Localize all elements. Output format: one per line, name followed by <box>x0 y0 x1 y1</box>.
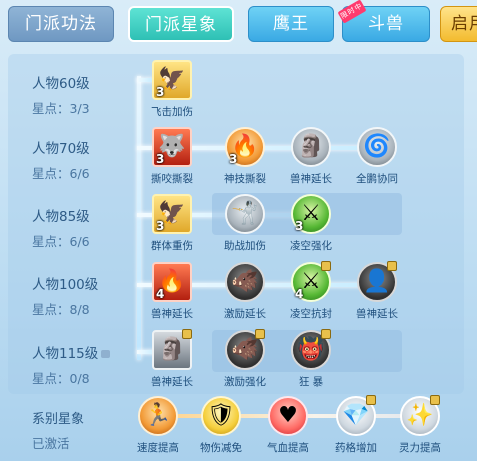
warrior-icon: 🔥 3 <box>225 127 265 167</box>
tab-sect-constellation[interactable]: 门派星象 <box>128 6 234 42</box>
level-text: 人物70级 <box>32 141 90 157</box>
eagle-icon: 🦅 3 <box>152 60 192 100</box>
series-node[interactable]: 💎 药格增加 <box>335 395 377 455</box>
beast-bite-icon: 🐺 3 <box>152 127 192 167</box>
lock-icon <box>321 261 331 271</box>
series-title: 系别星象 <box>32 412 85 427</box>
lock-icon <box>387 261 397 271</box>
tab-sect-skills[interactable]: 门派功法 <box>8 6 114 42</box>
skill-node[interactable]: 🗿 兽神延长 <box>151 329 193 389</box>
level-text: 人物115级 <box>32 342 111 362</box>
tab-beast-fight-label: 斗兽 <box>368 14 404 34</box>
skill-node[interactable]: 👹 狂 暴 <box>291 329 331 389</box>
tab-eagle-king[interactable]: 鹰王 <box>248 6 334 42</box>
skill-node[interactable]: 🔥 4 兽神延长 <box>151 262 193 321</box>
series-label: 系别星象 已激活 <box>32 408 84 452</box>
lock-icon <box>430 395 440 405</box>
figure-icon: 🗿 <box>291 127 331 167</box>
lock-icon <box>366 395 376 405</box>
skill-node[interactable]: 🌀 全鹏协同 <box>356 127 398 186</box>
leap-icon: ⚔ 4 <box>291 261 331 302</box>
leap-icon: ⚔ 3 <box>291 194 331 234</box>
skill-node[interactable]: 🐺 3 撕咬撕裂 <box>151 127 193 186</box>
skill-node[interactable]: 🤺 助战加伤 <box>224 194 266 253</box>
star-points: 星点：6/6 <box>32 234 90 249</box>
lock-icon <box>321 329 331 339</box>
star-points: 星点：3/3 <box>32 101 90 116</box>
spark-icon: ✨ <box>400 395 440 436</box>
beast-icon: 🐗 <box>225 329 265 370</box>
limited-time-badge: 限时中 <box>337 0 367 24</box>
demon-face-icon: 👹 <box>291 329 331 370</box>
tab-beast-fight[interactable]: 限时中 斗兽 <box>337 0 430 42</box>
lock-icon <box>255 329 265 339</box>
skill-node[interactable]: 🗿 兽神延长 <box>290 127 332 186</box>
series-node[interactable]: ✨ 灵力提高 <box>399 395 441 455</box>
skill-node[interactable]: ⚔ 4 凌空抗封 <box>290 261 332 321</box>
lock-icon <box>101 350 111 358</box>
heart-icon: ♥ <box>268 396 308 436</box>
skill-node[interactable]: 👤 兽神延长 <box>356 261 398 321</box>
skill-node[interactable]: 🐗 激励强化 <box>224 329 266 389</box>
whirl-icon: 🌀 <box>357 127 397 167</box>
gem-icon: 💎 <box>336 395 376 436</box>
connector-row1 <box>137 78 153 82</box>
star-points: 星点：6/6 <box>32 166 90 181</box>
lock-icon <box>182 329 192 339</box>
fighter-icon: 🤺 <box>225 194 265 234</box>
row-label-100: 人物100级 星点：8/8 <box>32 273 98 318</box>
series-status: 已激活 <box>32 436 70 451</box>
skill-node[interactable]: ⚔ 3 凌空强化 <box>290 194 332 253</box>
row-label-85: 人物85级 星点：6/6 <box>32 205 90 250</box>
series-node[interactable]: 🛡 物伤减免 <box>200 396 242 455</box>
speed-icon: 🏃 <box>138 396 178 436</box>
row-label-115: 人物115级 星点：0/8 <box>32 342 111 387</box>
series-node[interactable]: ♥ 气血提高 <box>267 396 309 455</box>
skill-node[interactable]: 🔥 3 神技撕裂 <box>224 127 266 186</box>
row-label-70: 人物70级 星点：6/6 <box>32 137 90 182</box>
shadow-figure-icon: 👤 <box>357 261 397 302</box>
level-text: 人物60级 <box>32 76 90 92</box>
star-points: 星点：8/8 <box>32 302 90 317</box>
series-node[interactable]: 🏃 速度提高 <box>137 396 179 455</box>
tab-bar: 门派功法 门派星象 鹰王 限时中 斗兽 启用 <box>0 0 477 46</box>
figure-icon: 🗿 <box>152 329 192 370</box>
flame-figure-icon: 🔥 4 <box>152 262 192 302</box>
skill-node[interactable]: 🦅 3 群体重伤 <box>151 194 193 253</box>
level-text: 人物85级 <box>32 209 90 225</box>
skill-node[interactable]: 🦅 3 飞击加伤 <box>151 60 193 119</box>
beast-icon: 🐗 <box>225 262 265 302</box>
guard-icon: 🛡 <box>201 396 241 436</box>
eagle-icon: 🦅 3 <box>152 194 192 234</box>
star-points: 星点：0/8 <box>32 371 90 386</box>
skill-node[interactable]: 🐗 激励延长 <box>224 262 266 321</box>
enable-button[interactable]: 启用 <box>440 6 477 42</box>
level-text: 人物100级 <box>32 277 99 293</box>
row-label-60: 人物60级 星点：3/3 <box>32 72 90 117</box>
